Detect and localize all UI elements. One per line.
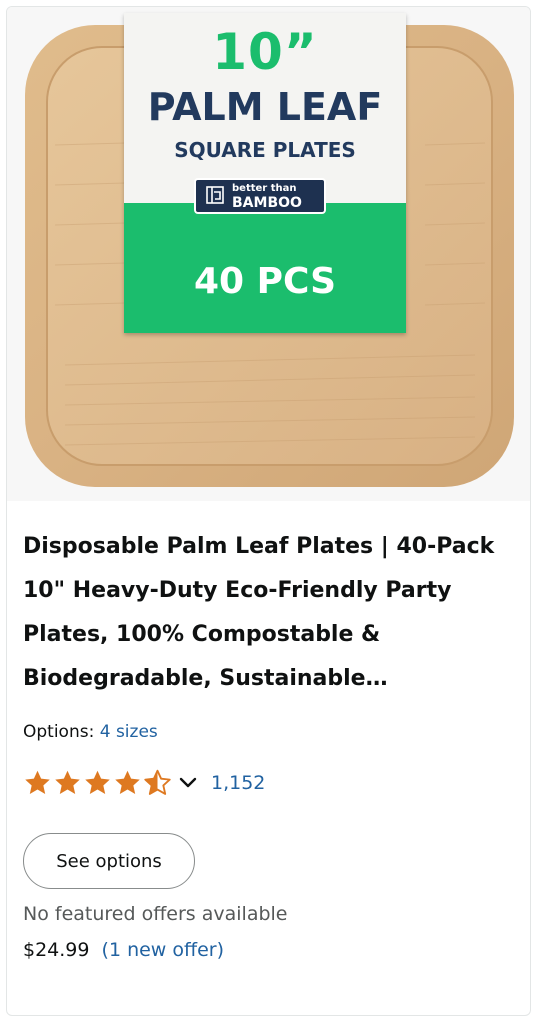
star-rating[interactable] bbox=[23, 769, 173, 797]
see-options-button[interactable]: See options bbox=[23, 833, 195, 889]
package-label-top: 10” PALM LEAF SQUARE PLATES bbox=[124, 13, 406, 203]
rating-row: 1,152 bbox=[23, 767, 265, 799]
options-row: Options: 4 sizes bbox=[23, 722, 158, 742]
star-full-icon bbox=[55, 770, 80, 794]
chevron-down-icon[interactable] bbox=[177, 774, 199, 792]
product-title[interactable]: Disposable Palm Leaf Plates | 40-Pack 10… bbox=[23, 525, 513, 701]
brand-line-1: better than bbox=[232, 183, 297, 194]
price-row: $24.99 (1 new offer) bbox=[23, 939, 224, 961]
rating-count-link[interactable]: 1,152 bbox=[211, 772, 265, 794]
star-full-icon bbox=[85, 770, 110, 794]
star-full-icon bbox=[25, 770, 50, 794]
star-full-icon bbox=[115, 770, 140, 794]
brand-line-2: BAMBOO bbox=[232, 195, 302, 211]
palm-leaf-text: PALM LEAF bbox=[147, 85, 383, 129]
package-label-bottom: 40 PCS bbox=[124, 203, 406, 333]
brand-mark-icon bbox=[206, 186, 224, 204]
star-half-icon bbox=[144, 769, 171, 795]
options-sizes-link[interactable]: 4 sizes bbox=[100, 722, 158, 742]
price: $24.99 bbox=[23, 939, 90, 961]
brand-logo: better than BAMBOO bbox=[194, 178, 326, 214]
options-label: Options: bbox=[23, 722, 95, 742]
product-image[interactable]: 10” PALM LEAF SQUARE PLATES 40 PCS bette… bbox=[7, 7, 530, 501]
new-offer-link[interactable]: (1 new offer) bbox=[102, 939, 224, 961]
plate-size-text: 10” bbox=[212, 23, 318, 81]
square-plates-text: SQUARE PLATES bbox=[174, 138, 356, 162]
piece-count-text: 40 PCS bbox=[193, 261, 337, 302]
product-card: 10” PALM LEAF SQUARE PLATES 40 PCS bette… bbox=[6, 6, 531, 1016]
no-offers-text: No featured offers available bbox=[23, 903, 288, 925]
package-label: 10” PALM LEAF SQUARE PLATES 40 PCS bette… bbox=[124, 13, 406, 333]
